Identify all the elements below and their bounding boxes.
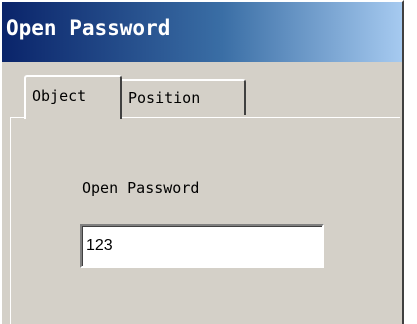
open-password-label: Open Password bbox=[82, 179, 200, 197]
tab-object[interactable]: Object bbox=[24, 75, 122, 119]
tab-position[interactable]: Position bbox=[122, 79, 246, 115]
tab-panel-object bbox=[10, 117, 400, 324]
title-bar[interactable]: Open Password bbox=[2, 2, 402, 62]
dialog-body: Object Position Open Password bbox=[2, 62, 402, 324]
dialog-window: Open Password Object Position Open Passw… bbox=[0, 0, 404, 324]
open-password-input[interactable] bbox=[80, 224, 324, 268]
window-title: Open Password bbox=[6, 16, 171, 40]
